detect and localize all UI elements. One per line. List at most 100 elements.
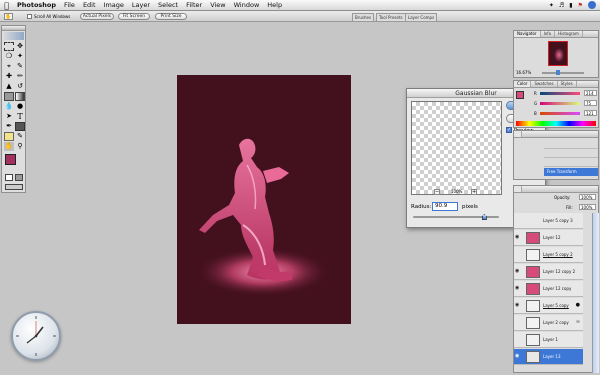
color-spectrum-bar[interactable] [516,121,596,126]
zoom-tool-icon[interactable]: ⚲ [15,142,25,151]
standard-mode-icon[interactable] [5,174,13,181]
brush-tool-icon[interactable]: ✏ [15,72,25,81]
layer-name[interactable]: Layer 5 copy [543,303,569,308]
eye-icon[interactable]: ◉ [515,269,521,274]
print-size-button[interactable]: Print Size [155,12,187,20]
layer-name[interactable]: Layer 2 copy [543,320,569,325]
layer-row[interactable]: Layer 5 copy 3 [514,213,583,229]
apple-menu-icon[interactable]:  [0,1,13,10]
tab-history[interactable] [514,131,523,137]
tab-color[interactable]: Color [514,81,532,87]
fill-input[interactable]: 100% [579,204,596,210]
layer-row[interactable]: ◉ Layer 12 [514,230,583,246]
tab-swatches[interactable]: Swatches [531,81,558,87]
slice-tool-icon[interactable]: ✎ [15,62,25,71]
channel-b-slider[interactable] [540,112,580,115]
palette-well-tab-layer-comps[interactable]: Layer Comps [405,13,438,21]
adobe-logo-icon[interactable] [4,32,24,40]
layer-row[interactable]: ◉ Layer 12 copy [514,281,583,297]
hand-tool-icon[interactable]: ✋ [4,142,14,151]
zoom-out-button[interactable]: − [434,189,440,195]
layer-row[interactable]: ◉ Layer 12 copy 2 [514,264,583,280]
eye-icon[interactable]: ◉ [515,235,521,240]
tab-styles[interactable]: Styles [558,81,577,87]
menu-view[interactable]: View [206,1,229,9]
zoom-in-button[interactable]: + [471,189,477,195]
history-item[interactable] [544,159,598,167]
history-brush-tool-icon[interactable]: ↺ [15,82,25,91]
shape-tool-icon[interactable] [15,122,25,131]
foreground-color-swatch[interactable] [5,154,16,165]
navigator-zoom-thumb[interactable] [556,70,560,75]
navigator-zoom-value[interactable]: 16.67% [516,70,531,75]
radius-slider-thumb[interactable] [481,214,487,220]
healing-brush-tool-icon[interactable]: ✚ [4,72,14,81]
type-tool-icon[interactable]: T [15,112,25,121]
pen-tool-icon[interactable]: ✒ [4,122,14,131]
layer-name[interactable]: Layer 12 copy 2 [543,269,575,274]
layer-name[interactable]: Layer 13 [543,354,561,359]
magic-wand-tool-icon[interactable]: ✦ [15,52,25,61]
dodge-tool-icon[interactable]: ● [15,102,25,111]
path-selection-tool-icon[interactable]: ➤ [4,112,14,121]
blur-preview-area[interactable] [411,101,502,195]
layer-row[interactable]: ◉ Layer 5 copy ● [514,298,583,314]
opacity-input[interactable]: 100% [579,194,596,200]
channel-g-slider[interactable] [540,102,580,105]
channel-r-value[interactable]: 214 [584,90,597,96]
gradient-tool-icon[interactable] [15,92,25,101]
hand-tool-preset-icon[interactable]: ✋ [4,13,13,20]
tab-navigator[interactable]: Navigator [514,31,541,37]
blur-tool-icon[interactable]: 💧 [4,102,14,111]
navigator-thumbnail[interactable] [548,41,568,66]
palette-well-tab-tool-presets[interactable]: Tool Presets [376,13,406,21]
battery-icon[interactable]: ▮ [569,2,572,9]
eye-icon[interactable]: ◉ [515,303,521,308]
preview-checkbox[interactable]: ✓ [506,127,512,133]
notes-tool-icon[interactable] [4,132,14,141]
menu-file[interactable]: File [60,1,79,9]
layer-name[interactable]: Layer 5 copy 2 [543,252,573,257]
layer-row[interactable]: Layer 2 copy ∞ [514,315,583,331]
layer-row-selected[interactable]: ◉ Layer 13 [514,349,583,365]
color-fg-swatch[interactable] [516,91,524,99]
history-item[interactable] [544,150,598,158]
eye-icon[interactable]: ◉ [515,354,521,359]
screen-mode-icon[interactable] [5,184,23,190]
eraser-tool-icon[interactable] [4,92,14,101]
flag-icon[interactable]: ⚑ [578,2,583,9]
menu-window[interactable]: Window [230,1,264,9]
layer-name[interactable]: Layer 12 [543,235,561,240]
marquee-tool-icon[interactable] [4,42,14,51]
menu-layer[interactable]: Layer [128,1,154,9]
tab-info[interactable]: Info [541,31,556,37]
history-item[interactable] [544,141,598,149]
menu-photoshop[interactable]: Photoshop [13,1,60,9]
menu-edit[interactable]: Edit [79,1,100,9]
document-canvas[interactable] [177,75,351,324]
menu-select[interactable]: Select [154,1,182,9]
layer-name[interactable]: Layer 1 [543,337,558,342]
crop-tool-icon[interactable]: ⌖ [4,62,14,71]
clock-widget[interactable] [11,311,61,361]
toolbox-titlebar[interactable] [2,26,25,31]
lasso-tool-icon[interactable]: ❍ [4,52,14,61]
fit-screen-button[interactable]: Fit Screen [118,12,150,20]
layer-row[interactable]: Layer 1 [514,332,583,348]
spotlight-icon[interactable] [588,1,596,9]
channel-r-slider[interactable] [540,92,580,95]
quick-mask-mode-icon[interactable] [15,174,23,181]
menu-filter[interactable]: Filter [182,1,206,9]
layer-name[interactable]: Layer 5 copy 3 [543,218,573,223]
layers-scrollbar[interactable] [592,213,599,373]
channel-b-value[interactable]: 121 [584,110,597,116]
layer-name[interactable]: Layer 12 copy [543,286,571,291]
volume-icon[interactable]: ♬ [559,2,564,9]
clone-stamp-tool-icon[interactable]: ▲ [4,82,14,91]
layer-row[interactable]: Layer 5 copy 2 [514,247,583,263]
layer-link-icon[interactable]: ∞ [576,319,580,325]
scroll-all-windows-checkbox[interactable] [27,14,32,19]
radius-input[interactable]: 90.9 [432,202,458,211]
layer-effects-icon[interactable]: ● [576,302,580,308]
menu-help[interactable]: Help [263,1,286,9]
